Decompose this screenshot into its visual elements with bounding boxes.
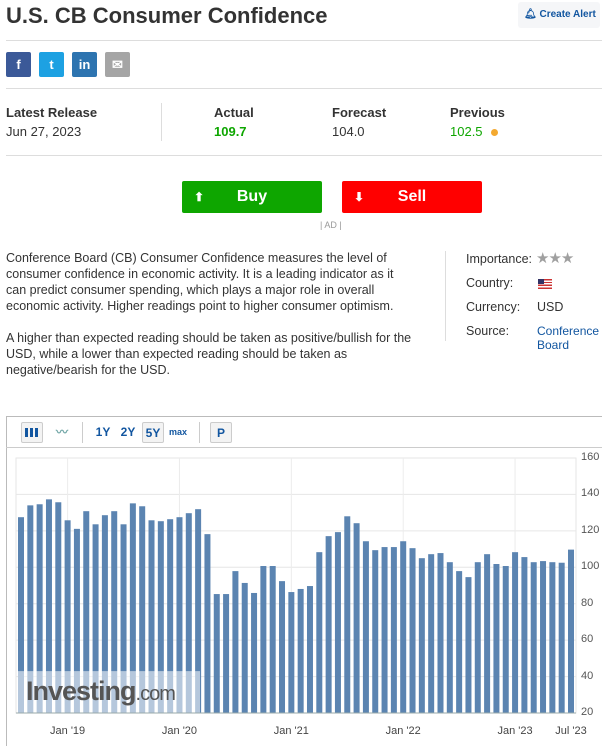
bar[interactable] (390, 547, 397, 713)
y-tick-label: 80 (581, 596, 594, 609)
y-tick-label: 40 (581, 669, 594, 682)
bar[interactable] (288, 592, 295, 713)
bar[interactable] (334, 532, 341, 713)
bar[interactable] (484, 554, 491, 713)
bar[interactable] (502, 566, 509, 713)
bar[interactable] (428, 554, 435, 713)
bar[interactable] (232, 571, 239, 713)
bar[interactable] (409, 548, 416, 713)
investing-watermark-logo: Investing.com (26, 676, 176, 706)
bar[interactable] (568, 549, 574, 713)
bar[interactable] (474, 562, 481, 713)
bar[interactable] (306, 586, 313, 713)
bar[interactable] (456, 571, 463, 713)
bar[interactable] (372, 550, 379, 713)
bar[interactable] (530, 562, 537, 713)
bar[interactable] (353, 523, 360, 713)
x-tick-label: Jan '21 (273, 725, 309, 737)
bar[interactable] (418, 558, 425, 713)
x-tick-label: Jan '22 (385, 725, 421, 737)
bar[interactable] (493, 564, 500, 713)
bar[interactable] (549, 562, 556, 713)
y-tick-label: 160 (581, 451, 600, 463)
bar[interactable] (279, 581, 286, 713)
bar[interactable] (251, 592, 258, 713)
y-tick-label: 120 (581, 523, 600, 536)
bar[interactable] (204, 534, 211, 713)
y-tick-label: 100 (581, 560, 600, 573)
x-tick-label: Jan '23 (497, 725, 533, 737)
bar[interactable] (437, 553, 444, 713)
bar[interactable] (297, 588, 304, 713)
bar[interactable] (316, 552, 323, 713)
bar[interactable] (521, 557, 528, 713)
bar-chart (15, 457, 577, 714)
y-tick-label: 60 (581, 633, 594, 646)
y-tick-label: 20 (581, 706, 594, 718)
bar[interactable] (241, 582, 248, 713)
bar[interactable] (362, 541, 369, 713)
bar[interactable] (446, 562, 453, 713)
x-tick-label: Jan '19 (50, 725, 86, 737)
x-tick-label: Jul '23 (555, 725, 587, 737)
bar[interactable] (344, 516, 351, 713)
bar[interactable] (213, 594, 220, 713)
bar[interactable] (223, 594, 230, 713)
bar[interactable] (400, 541, 407, 713)
x-tick-label: Jan '20 (161, 725, 198, 737)
bar[interactable] (540, 561, 547, 713)
y-tick-label: 140 (581, 487, 600, 500)
bar[interactable] (381, 547, 388, 713)
bar[interactable] (325, 536, 332, 713)
bar[interactable] (558, 562, 565, 713)
bar[interactable] (269, 566, 276, 713)
bar[interactable] (260, 566, 267, 713)
bar[interactable] (512, 552, 519, 713)
bar[interactable] (465, 577, 472, 713)
